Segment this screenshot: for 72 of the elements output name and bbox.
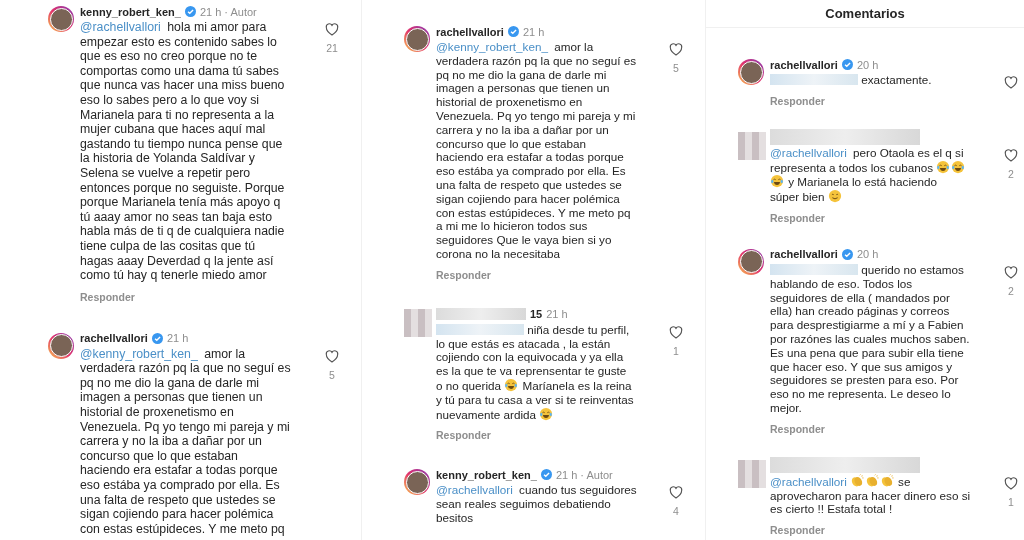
username[interactable]: rachellvallori	[770, 248, 838, 261]
username[interactable]: kenny_robert_ken_	[436, 468, 537, 481]
reply-link[interactable]: Responder	[436, 429, 491, 442]
reply-link[interactable]: Responder	[436, 268, 491, 281]
mention-link[interactable]: @kenny_robert_ken_	[80, 346, 198, 361]
reply-link[interactable]: Responder	[770, 94, 825, 107]
clapping-hands-icon	[864, 473, 879, 488]
mention-link[interactable]: @rachellvallori	[770, 474, 847, 488]
smiling-face-icon	[827, 189, 842, 204]
mention-link[interactable]: @rachellvallori	[436, 483, 513, 497]
avatar-placeholder[interactable]	[404, 469, 430, 496]
heart-icon[interactable]	[1003, 264, 1019, 280]
laughing-face-icon	[539, 406, 554, 421]
comment-text: @rachellvallori cuando tus seguidores sean reales seguimos debatiendo besitos	[436, 483, 638, 525]
comment-time: 20 h	[856, 248, 879, 261]
heart-icon[interactable]	[1003, 74, 1019, 90]
avatar-placeholder[interactable]	[738, 249, 764, 275]
comment-time: 21 h	[546, 308, 568, 321]
heart-icon[interactable]	[324, 347, 340, 364]
avatar-placeholder[interactable]	[48, 332, 74, 359]
like-count: 4	[673, 505, 679, 518]
blurred-avatar	[404, 308, 432, 337]
reply-link[interactable]: Responder	[80, 290, 135, 303]
like-count: 2	[1008, 167, 1014, 180]
mention-link[interactable]: @kenny_robert_ken_	[436, 40, 548, 53]
comment-time: 21 h · Autor	[555, 468, 613, 481]
heart-icon[interactable]	[668, 41, 684, 57]
like-count: 2	[1008, 285, 1014, 297]
like-count: 5	[673, 62, 679, 74]
laughing-face-icon	[770, 174, 784, 189]
like-count: 5	[329, 368, 335, 381]
comment-text: @kenny_robert_ken_ amor la verdadera razón pq la que no seguí es pq no me dio la gana de darle mi imagen a personas que tienen un historial de proxenetismo en Venezuela. Pq yo tengo mi pareja y mi carrera y no la iba a dañar por un concurso que lo que estaban haciendo era estafar a todas porque eso estába ya comprado por ella. Es una falta de respeto que ustedes se sigan cojiendo para hacer polémica con estas estúpideces. Y me meto pq	[80, 346, 292, 537]
clapping-hands-icon	[879, 473, 894, 488]
comment-text: querido no estamos hablando de eso. Todos los seguidores de ella ( mandados por ella) han creado páginas y correos para desprestigiarme a mí y a Fabien por razónes las cuales muchos saben. Es una pena que para subir ella tiene que hacer eso. Y que sus amigos y seguidores se presten para eso. Por eso no me representa. Le deseo lo mejor.	[770, 263, 971, 415]
avatar-placeholder[interactable]	[48, 6, 74, 32]
reply-link[interactable]: Responder	[770, 524, 825, 537]
mention-link[interactable]: @rachellvallori	[80, 20, 161, 34]
blurred-avatar	[738, 131, 766, 160]
comment-text: @rachellvallori hola mi amor para empezar esto es contenido sabes lo que es eso no creo porque no te comportas como una dama tú sabes que nunca vas hacer una miss bueno eso lo sabes pero a lo que voy si Marianela para ti no representa a la mujer cubana que haces aquí mal gastando tu tiempo nunca pense que la historia de Yolanda Saldívar y Selena se vuelve a repetir pero entonces porque no seguiste. Porque porque Marianela tenía más apoyo q tú aaay amor no seas tan baja esto habla más de ti q de cualquiera nadie tiene culpa de las cositas que tú hagas aaay Deverdad q la jente así como tú hay q tenerle miedo amor	[80, 20, 286, 283]
heart-icon[interactable]	[668, 323, 684, 340]
comments-title: Comentarios	[706, 6, 1024, 28]
comment-time: 21 h	[522, 25, 545, 38]
comment-time: 20 h	[856, 58, 879, 71]
heart-icon[interactable]	[1003, 146, 1019, 163]
comment-text: exactamente.	[770, 73, 998, 87]
heart-icon[interactable]	[1003, 474, 1019, 491]
reply-link[interactable]: Responder	[770, 212, 825, 224]
comment-text: niña desde tu perfil, lo que estás es atacada , la están cojiendo con la equivocada y ya ella es la que te va reprensentar te guste o no querida Maríanela es la reina y tú para tu casa a ver si te reinventas nuevamente ardida	[436, 322, 635, 422]
reply-link[interactable]: Responder	[770, 422, 825, 435]
heart-icon[interactable]	[324, 21, 340, 37]
avatar-placeholder[interactable]	[738, 59, 764, 85]
username[interactable]: 15	[530, 308, 543, 321]
like-count: 21	[326, 42, 338, 54]
avatar-placeholder[interactable]	[404, 26, 430, 52]
comment-text: @rachellvallori se aprovecharon para hacer dinero eso si es cierto !! Estafa total !	[770, 473, 972, 517]
comment-text: @kenny_robert_ken_ amor la verdadera razón pq la que no seguí es pq no me dio la gana de darle mi imagen a personas que tienen un historial de proxenetismo en Venezuela. Pq yo tengo mi pareja y mi carrera y no la iba a dañar por un concurso que lo que estaban haciendo era estafar a todas porque eso estába ya comprado por ella. Es una falta de respeto que ustedes se sigan cojiendo para hacer polémica con estas estúpideces. Y me meto pq a mi me lo hicieron todos sus seguidores Que le vaya bien si yo corona no la necesitaba	[436, 40, 638, 261]
username[interactable]: kenny_robert_ken_	[80, 5, 181, 18]
comment-text: @rachellvallori pero Otaola es el q si representa a todos los cubanos y Marianela lo está haciendo súper bien	[770, 145, 967, 204]
laughing-face-icon	[951, 159, 966, 174]
blurred-avatar	[738, 459, 766, 488]
username[interactable]: rachellvallori	[80, 332, 148, 345]
like-count: 1	[673, 344, 679, 357]
username[interactable]: rachellvallori	[770, 58, 838, 71]
heart-icon[interactable]	[668, 484, 684, 501]
laughing-face-icon	[504, 377, 519, 392]
comment-time: 21 h	[166, 332, 189, 345]
laughing-face-icon	[936, 159, 951, 174]
username[interactable]: rachellvallori	[436, 25, 504, 38]
comment-time: 21 h · Autor	[199, 5, 257, 18]
clapping-hands-icon	[849, 473, 864, 488]
mention-link[interactable]: @rachellvallori	[770, 145, 847, 159]
like-count: 1	[1008, 495, 1014, 508]
